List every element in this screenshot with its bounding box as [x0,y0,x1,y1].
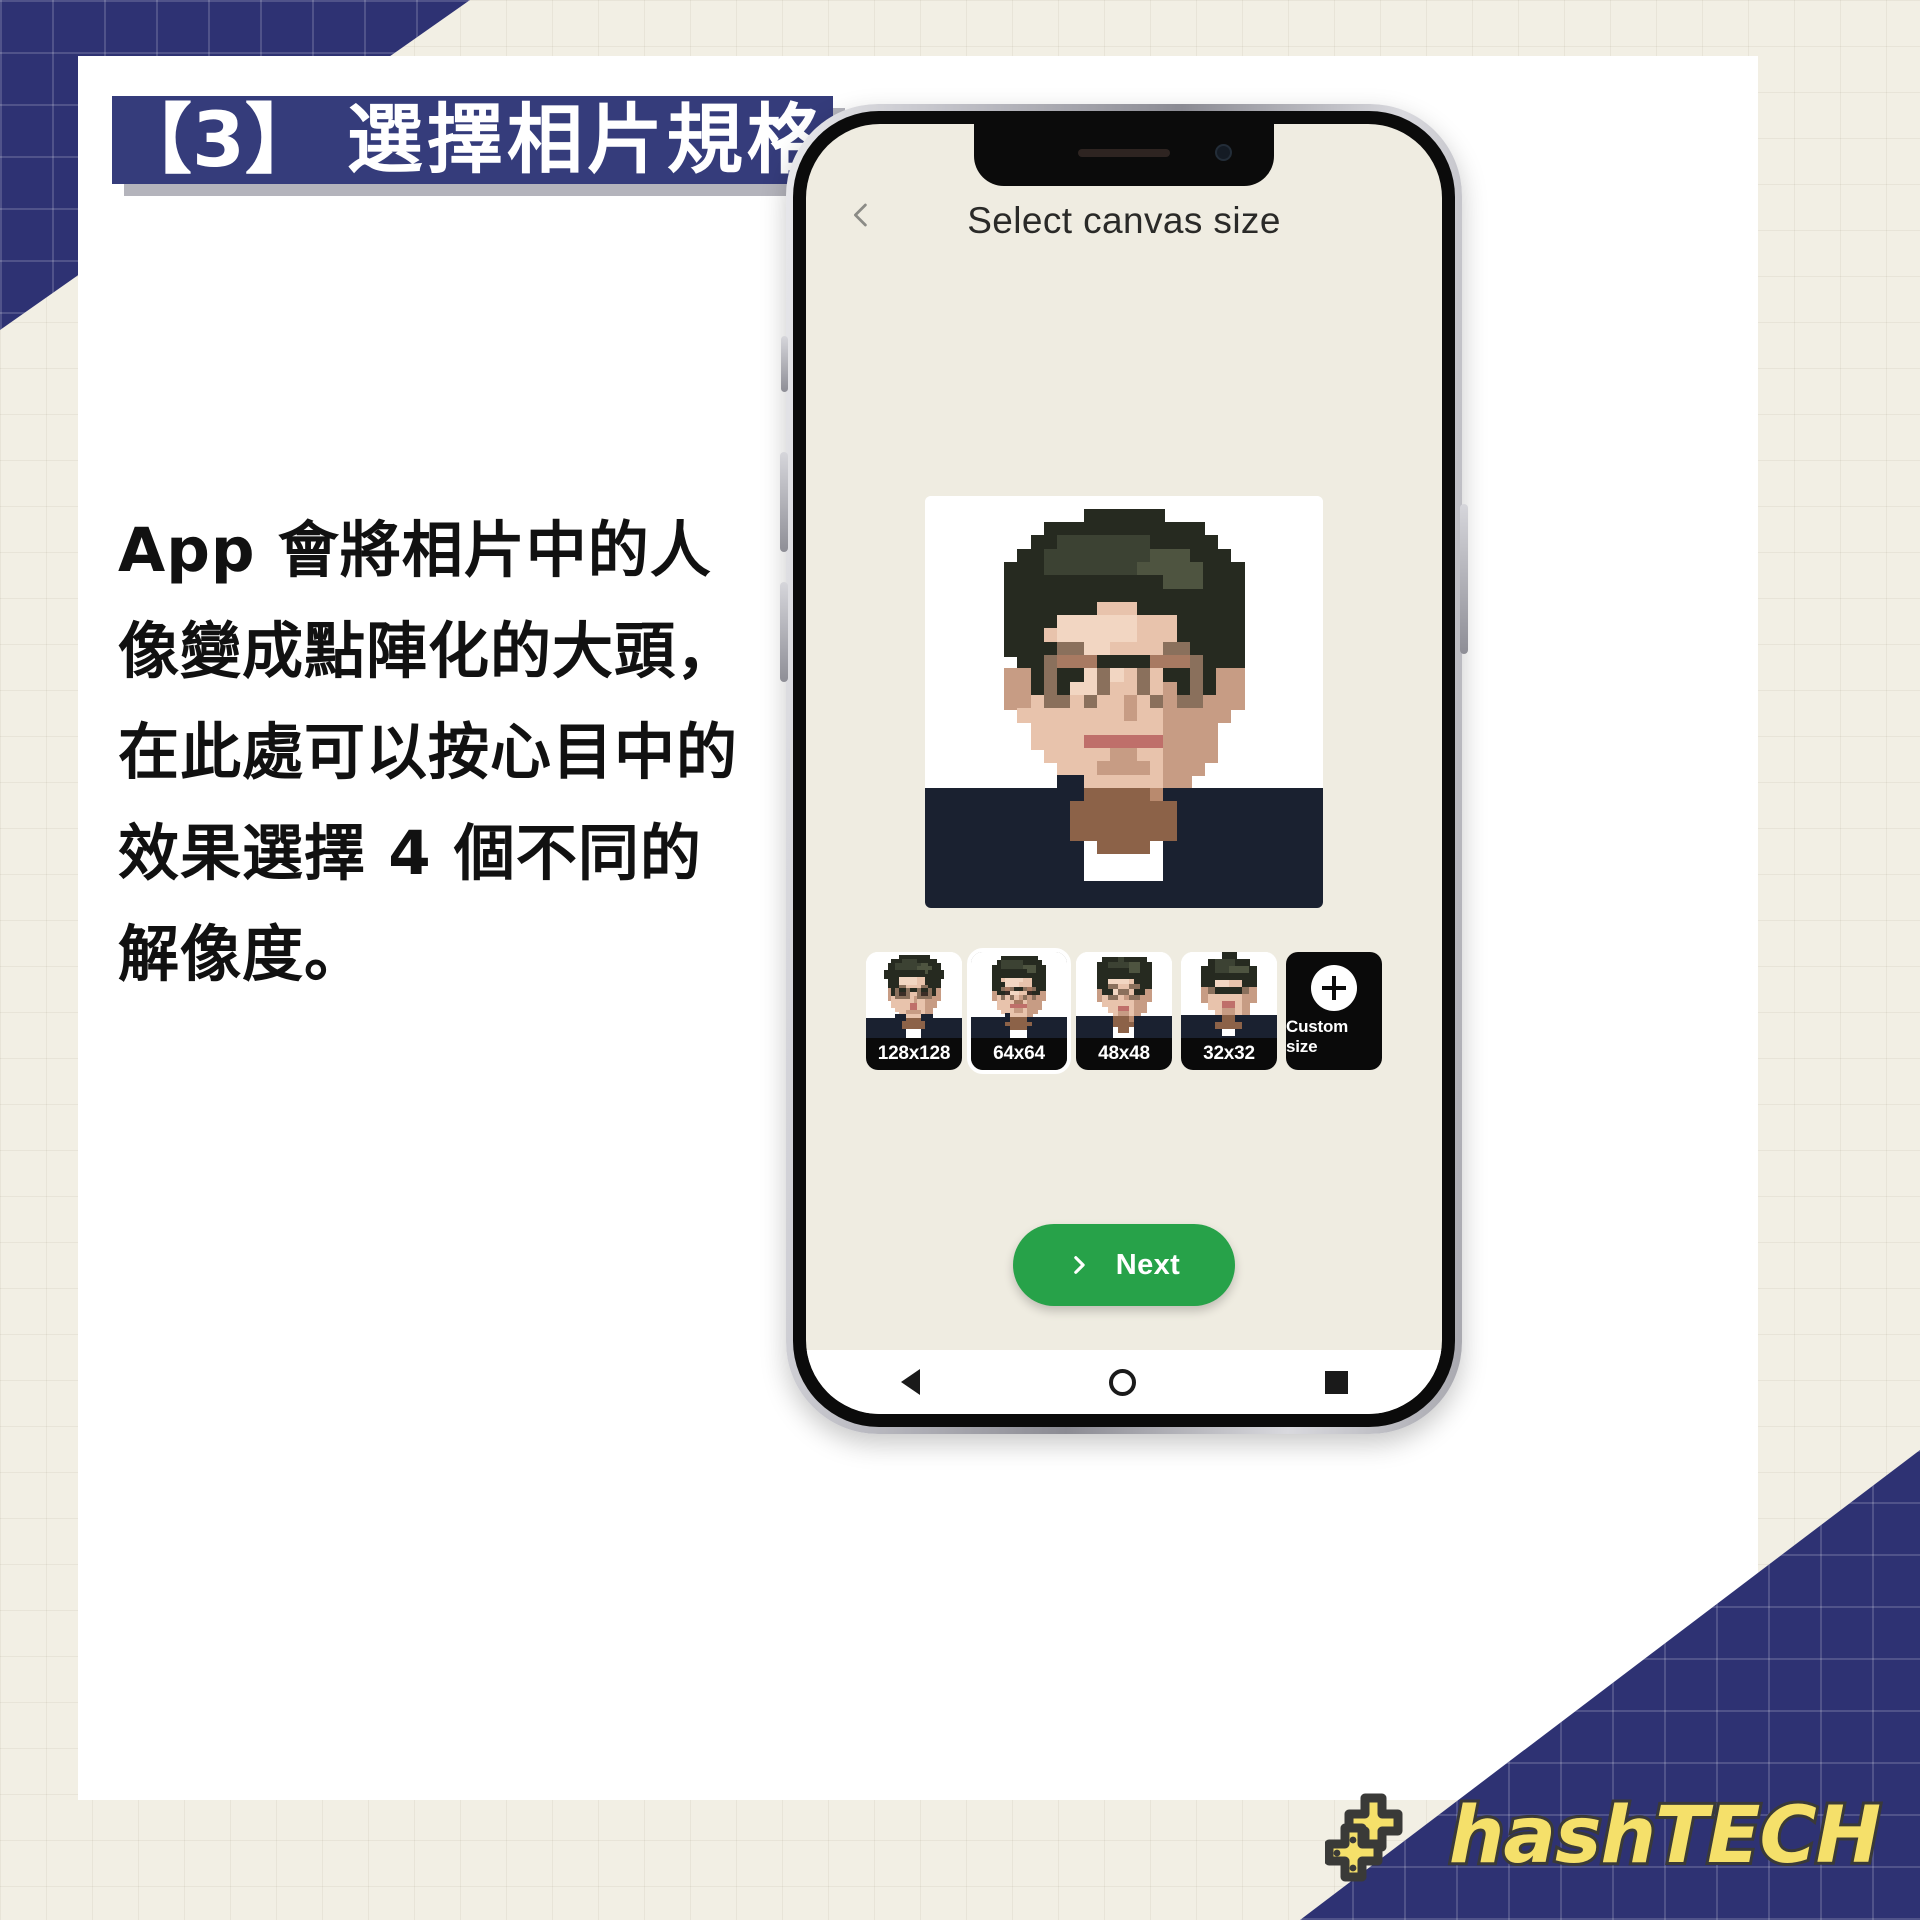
body-paragraph: App 會將相片中的人像變成點陣化的大頭，在此處可以按心目中的效果選擇 4 個不… [118,515,739,990]
pixelated-portrait-preview [925,496,1323,908]
canvas-size-option-128x128[interactable]: 128x128 [866,952,962,1070]
canvas-size-label: 64x64 [971,1038,1067,1070]
phone-mute-switch[interactable] [781,336,788,392]
canvas-size-option-48x48[interactable]: 48x48 [1076,952,1172,1070]
step-number: 【3】 [116,95,321,184]
phone-screen: Select canvas size 128x128 64x64 48x48 32x3… [806,124,1442,1414]
app-header: Select canvas size [806,124,1442,256]
chevron-right-icon [1068,1254,1090,1276]
headline-text: 【3】 選擇相片規格 [112,96,833,184]
canvas-size-thumbnail [971,952,1067,1044]
headline-title: 選擇相片規格 [346,95,827,184]
next-button[interactable]: Next [1013,1224,1235,1306]
phone-power-button[interactable] [1460,504,1468,654]
canvas-size-label: 128x128 [866,1038,962,1070]
square-recents-icon[interactable] [1324,1370,1348,1394]
slide-canvas: 【3】 選擇相片規格 App 會將相片中的人像變成點陣化的大頭，在此處可以按心目中… [0,0,1920,1920]
custom-size-button[interactable]: Custom size [1286,952,1382,1070]
android-nav-bar [806,1350,1442,1414]
triangle-back-icon[interactable] [900,1369,920,1395]
phone-volume-up-button[interactable] [780,452,788,552]
logo-wordmark: hashTECH [1446,1788,1884,1884]
headline-banner: 【3】 選擇相片規格 [112,96,845,196]
circle-home-icon[interactable] [1108,1368,1136,1396]
canvas-size-option-32x32[interactable]: 32x32 [1181,952,1277,1070]
canvas-size-label: 48x48 [1076,1038,1172,1070]
hash-icon [1324,1788,1443,1884]
phone-mockup: Select canvas size 128x128 64x64 48x48 32x3… [780,104,1468,1434]
app-header-title: Select canvas size [967,200,1281,241]
plus-icon [1311,965,1357,1011]
canvas-size-thumbnail [1076,952,1172,1044]
phone-bezel: Select canvas size 128x128 64x64 48x48 32x3… [793,111,1455,1427]
canvas-size-label: 32x32 [1181,1038,1277,1070]
canvas-size-options: 128x128 64x64 48x48 32x32 Custom size [806,948,1442,1074]
brand-logo: hashTECH [1324,1788,1884,1884]
canvas-size-option-64x64[interactable]: 64x64 [967,948,1071,1074]
phone-volume-down-button[interactable] [780,582,788,682]
custom-size-label: Custom size [1286,1017,1349,1056]
canvas-size-thumbnail [866,952,962,1044]
preview-canvas [925,496,1323,908]
canvas-size-thumbnail [1181,952,1277,1044]
next-button-label: Next [1115,1248,1181,1281]
